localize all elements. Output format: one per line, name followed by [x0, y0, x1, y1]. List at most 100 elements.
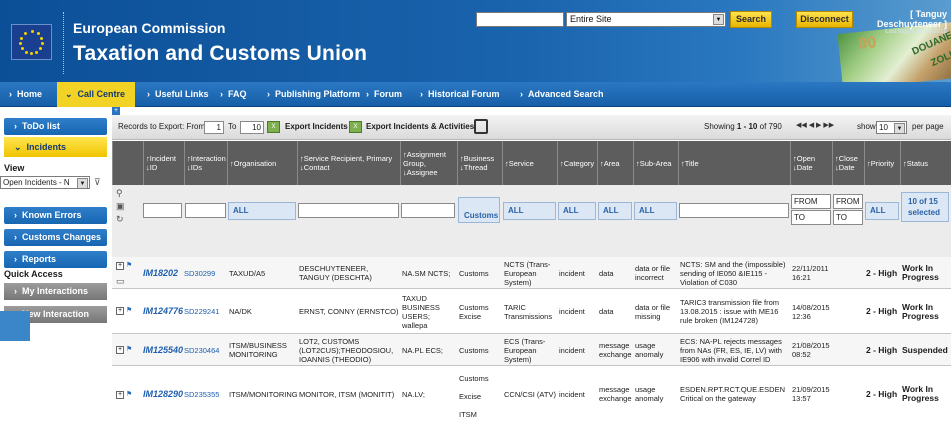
column-header-business-thread[interactable]: ↑Business ↓Thread [457, 141, 502, 185]
incident-id-link[interactable]: IM125540 [143, 334, 184, 366]
cell-business-thread: Customs [459, 268, 489, 278]
column-header-assignment-group[interactable]: ↑Assignment Group, ↓Assignee [400, 141, 457, 185]
quick-access-label: Quick Access [4, 269, 63, 279]
sidebar-item-customs-changes[interactable]: › Customs Changes [4, 229, 107, 246]
filter-title[interactable] [679, 203, 789, 218]
sidebar-item-my-interactions[interactable]: › My Interactions [4, 283, 107, 300]
export-to-input[interactable]: 10 [240, 121, 264, 134]
cell-service-recipient: ERNST, CONNY (ERNSTCO) [299, 307, 399, 316]
filter-status[interactable]: 10 of 15 selected [901, 192, 949, 222]
column-header-status[interactable]: ↑Status [900, 141, 951, 185]
nav-historical-forum[interactable]: › Historical Forum [420, 82, 500, 107]
page-size-select[interactable]: 10 ▼ [876, 121, 907, 134]
sidebar-item-todo[interactable]: › ToDo list [4, 118, 107, 135]
table-row[interactable]: + ⚑ IM125540 SD230464 ITSM/BUSINESS MONI… [112, 334, 951, 366]
incident-id-link[interactable]: IM18202 [143, 257, 184, 289]
expand-row-icon[interactable]: + [116, 307, 124, 315]
sidebar-item-incidents[interactable]: ⌄ Incidents [4, 137, 107, 157]
refresh-icon[interactable]: ↻ [116, 214, 126, 224]
column-header-service[interactable]: ↑Service [502, 141, 557, 185]
excel-icon[interactable]: X [349, 121, 362, 133]
table-row[interactable]: + ⚑ ▭ IM18202 SD30299 TAXUD/A5 DESCHUYTE… [112, 257, 951, 289]
cell-close-date [834, 382, 864, 406]
nav-publishing-platform[interactable]: › Publishing Platform [267, 82, 360, 107]
table-row[interactable]: + ⚑ IM128290 SD235355 ITSM/MONITORING MO… [112, 366, 951, 426]
nav-useful-links[interactable]: › Useful Links [147, 82, 209, 107]
filter-sub-area[interactable]: ALL [634, 202, 677, 220]
column-header-sub-area[interactable]: ↑Sub-Area [633, 141, 678, 185]
cell-area: data [599, 268, 614, 278]
filter-open-to[interactable]: TO [791, 210, 831, 225]
export-from-input[interactable]: 1 [204, 121, 224, 134]
site-search-input[interactable] [476, 12, 564, 27]
filter-close-from[interactable]: FROM [833, 194, 863, 209]
flag-icon[interactable]: ⚑ [126, 306, 133, 314]
column-header-close-date[interactable]: ↑Close ↓Date [832, 141, 864, 185]
excel-icon[interactable]: X [267, 121, 280, 133]
column-header-organisation[interactable]: ↑Organisation [227, 141, 297, 185]
column-header-area[interactable]: ↑Area [597, 141, 633, 185]
cell-open-date: 22/11/2011 16:21 [792, 264, 829, 282]
nav-faq[interactable]: › FAQ [220, 82, 247, 107]
sidebar-item-reports[interactable]: › Reports [4, 251, 107, 268]
column-header-title[interactable]: ↑Title [678, 141, 790, 185]
disconnect-button[interactable]: Disconnect [796, 11, 853, 28]
incident-id-link[interactable]: IM128290 [143, 382, 184, 406]
search-icon[interactable]: ⚲ [116, 188, 126, 198]
view-select[interactable]: Open Incidents - N ▼ [0, 176, 90, 189]
sidebar-item-known-errors[interactable]: › Known Errors [4, 207, 107, 224]
filter-interaction-ids[interactable] [185, 203, 226, 218]
column-header-incident-id[interactable]: ↑Incident ↓ID [143, 141, 184, 185]
expand-row-icon[interactable]: + [116, 346, 124, 354]
incident-id-link[interactable]: IM124776 [143, 289, 184, 334]
column-header-category[interactable]: ↑Category [557, 141, 597, 185]
export-incidents-link[interactable]: Export Incidents [285, 122, 348, 131]
table-row[interactable]: + ⚑ IM124776 SD229241 NA/DK ERNST, CONNY… [112, 289, 951, 334]
filter-assignment-group[interactable] [401, 203, 455, 218]
nav-home[interactable]: › Home [9, 82, 42, 107]
flag-icon[interactable]: ⚑ [126, 261, 133, 269]
filter-category[interactable]: ALL [558, 202, 596, 220]
interaction-id-link[interactable]: SD30299 [184, 257, 227, 289]
nav-forum[interactable]: › Forum [366, 82, 402, 107]
document-icon[interactable]: ▭ [116, 276, 126, 286]
filter-close-to[interactable]: TO [833, 210, 863, 225]
search-button[interactable]: Search [730, 11, 772, 28]
filter-service-recipient[interactable] [298, 203, 399, 218]
filter-incident-id[interactable] [143, 203, 182, 218]
column-header-interaction-ids[interactable]: ↑Interaction ↓IDs [184, 141, 227, 185]
cell-organisation: TAXUD/A5 [229, 268, 266, 278]
print-icon[interactable] [474, 119, 488, 134]
column-header-service-recipient[interactable]: ↑Service Recipient, Primary ↓Contact [297, 141, 400, 185]
nav-call-centre[interactable]: ⌄ Call Centre [57, 82, 135, 107]
pager-controls[interactable]: ◀◀ ◀ ▶ ▶▶ [796, 121, 854, 133]
filter-icon[interactable]: ⊽ [94, 177, 104, 187]
filter-service[interactable]: ALL [503, 202, 556, 220]
interaction-id-link[interactable]: SD230464 [184, 334, 227, 366]
cell-organisation: ITSM/MONITORING [229, 389, 297, 399]
cell-priority: 2 - High [866, 388, 898, 399]
expand-icon[interactable]: + [112, 107, 120, 115]
site-title[interactable]: Taxation and Customs Union [73, 42, 367, 66]
nav-advanced-search[interactable]: › Advanced Search [520, 82, 604, 107]
filter-priority[interactable]: ALL [865, 202, 899, 220]
interaction-id-link[interactable]: SD235355 [184, 382, 227, 406]
expand-row-icon[interactable]: + [116, 262, 124, 270]
filter-open-from[interactable]: FROM [791, 194, 831, 209]
cell-organisation: NA/DK [229, 307, 252, 316]
flag-icon[interactable]: ⚑ [126, 345, 133, 353]
filter-area[interactable]: ALL [598, 202, 632, 220]
filter-business-thread[interactable]: Customs [458, 197, 500, 223]
interaction-id-link[interactable]: SD229241 [184, 289, 227, 334]
expand-row-icon[interactable]: + [116, 391, 124, 399]
cell-assignment: NA.LV; [402, 389, 425, 399]
export-activities-link[interactable]: Export Incidents & Activities [366, 122, 474, 131]
cell-category: incident [559, 389, 585, 399]
search-scope-select[interactable]: Entire Site ▼ [566, 12, 726, 27]
filter-organisation[interactable]: ALL [228, 202, 296, 220]
column-header-open-date[interactable]: ↑Open ↓Date [790, 141, 832, 185]
column-header-priority[interactable]: ↑Priority [864, 141, 900, 185]
flag-icon[interactable]: ⚑ [126, 390, 133, 398]
save-icon[interactable]: ▣ [116, 201, 126, 211]
user-name[interactable]: [ Tanguy Deschuyteneer ] [856, 9, 947, 29]
